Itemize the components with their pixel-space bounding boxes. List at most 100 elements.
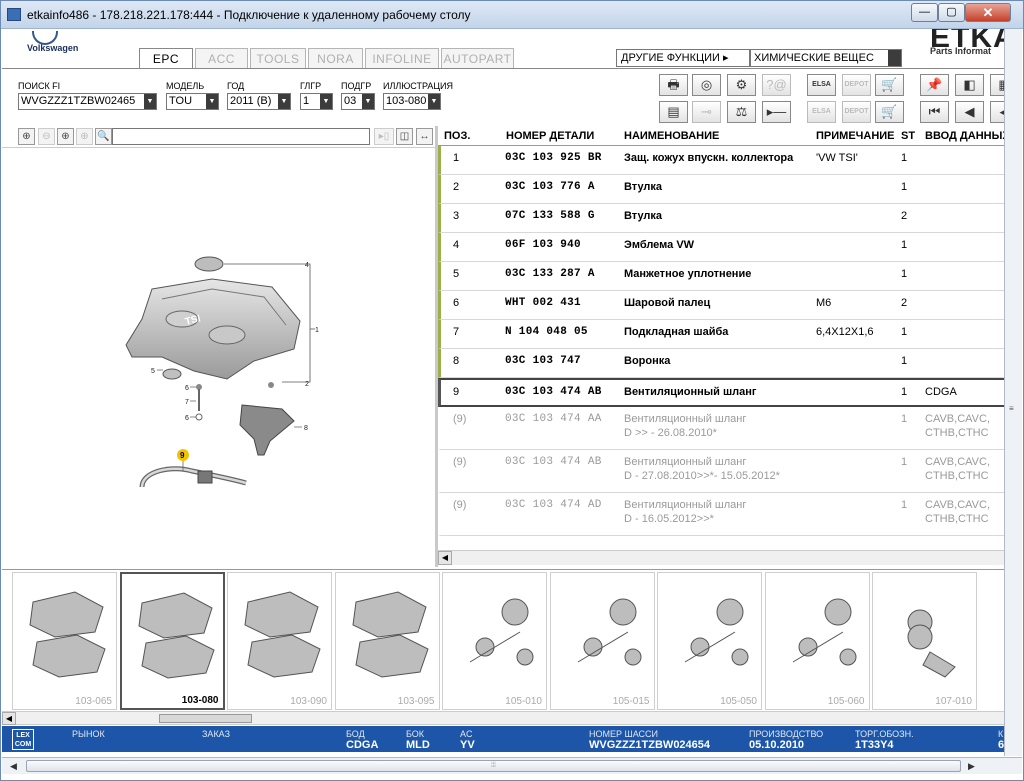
scroll-right-icon[interactable]: ▶ [968,761,975,772]
next-hit-icon[interactable]: ▸▯ [374,128,394,145]
callout-7[interactable]: 7 [185,399,189,406]
help-icon[interactable]: ?@ [762,74,791,96]
callout-2[interactable]: 2 [305,381,309,388]
thumbnail-103-090[interactable]: 103-090 [227,572,332,710]
tab-acc[interactable]: ACC [195,48,248,68]
search-input[interactable]: WVGZZZ1TZBW02465 ▼ [18,93,157,110]
depot-icon[interactable]: DEPOT [842,101,871,123]
thumbnail-103-080[interactable]: 103-080 [119,572,225,710]
illustration-select[interactable]: 103-080 ▼ [383,93,441,110]
chevron-down-icon[interactable]: ▼ [362,94,374,109]
scale-icon[interactable]: ⚖ [727,101,756,123]
chevron-down-icon[interactable]: ▼ [428,94,440,109]
parts-h-scrollbar[interactable]: ◀ [438,550,1022,565]
zoom-area-icon[interactable]: ⊕ [57,128,74,145]
depot-icon[interactable]: DEPOT [842,74,871,96]
thumbs-h-scrollbar[interactable]: ◀ [2,711,1022,725]
table-row[interactable]: 9 03C 103 474 AB Вентиляционный шланг 1 CDGA [438,378,1022,407]
chevron-down-icon[interactable]: ▼ [206,94,218,109]
print-icon[interactable]: 🖶 [659,74,688,96]
chevron-down-icon[interactable]: ▼ [278,94,290,109]
thumbnail-103-065[interactable]: 103-065 [12,572,117,710]
image-search-input[interactable] [112,128,370,145]
thumbnail-105-060[interactable]: 105-060 [764,572,870,710]
thumbnail-107-010[interactable]: 107-010 [872,572,977,710]
callout-8[interactable]: 8 [304,425,308,432]
next-minus-icon[interactable]: ▸— [762,101,791,123]
col-name[interactable]: НАИМЕНОВАНИЕ [624,130,719,142]
table-row[interactable]: 5 03C 133 287 A Манжетное уплотнение 1 [438,262,1022,291]
thumbnail-105-010[interactable]: 105-010 [442,572,547,710]
table-row[interactable]: (9) 03C 103 474 AA Вентиляционный шланг 1 CA… [438,407,1022,450]
table-row[interactable]: 1 03C 103 925 BR Защ. кожух впускн. коллек… [438,146,1022,175]
scroll-left-icon[interactable]: ◀ [2,712,16,725]
seal-part[interactable] [162,368,182,380]
year-select[interactable]: 2011 (B) ▼ [227,93,291,110]
panel-icon[interactable]: ◧ [955,74,984,96]
first-icon[interactable]: ⏮ [920,101,949,123]
col-pos[interactable]: ПОЗ. [444,130,470,142]
close-button[interactable]: ✕ [965,3,1011,22]
callout-6b[interactable]: 6 [185,415,189,422]
table-row[interactable]: 7 N 104 048 05 Подкладная шайба 6,4X12X1,6 1 [438,320,1022,349]
resize-arrows-icon[interactable]: ↔ [416,128,433,145]
thumbnail-103-095[interactable]: 103-095 [334,572,440,710]
table-row[interactable]: 2 03C 103 776 A Втулка 1 [438,175,1022,204]
scroll-thumb[interactable] [159,714,252,723]
cart-add-icon[interactable]: 🛒 [875,101,904,123]
col-note[interactable]: ПРИМЕЧАНИЕ [816,130,895,142]
vw-emblem-part[interactable] [194,256,224,272]
elsa-icon[interactable]: ELSA [807,74,836,96]
callout-6[interactable]: 6 [185,385,189,392]
scroll-left-icon[interactable]: ◀ [438,551,452,565]
col-input[interactable]: ВВОД ДАННЫХ [925,130,1010,142]
key-icon[interactable]: ⊸ [692,101,721,123]
table-row[interactable]: 6 WHT 002 431 Шаровой палец M6 2 [438,291,1022,320]
view-icon[interactable]: ◎ [692,74,721,96]
chemicals-select[interactable]: ХИМИЧЕСКИЕ ВЕЩЕС [750,49,902,67]
table-row[interactable]: (9) 03C 103 474 AD Вентиляционный шланг 1 CA… [438,493,1022,536]
thumbnail-105-050[interactable]: 105-050 [657,572,762,710]
funnel-part[interactable] [239,404,295,456]
exploded-drawing[interactable]: TSI 1 2 4 5 6 7 6 8 9 [2,149,435,567]
table-row[interactable]: (9) 03C 103 474 AB Вентиляционный шланг 1 CA… [438,450,1022,493]
tools-icon[interactable]: ⚙ [727,74,756,96]
thumbnail-105-015[interactable]: 105-015 [549,572,655,710]
callout-4[interactable]: 4 [305,262,309,269]
scroll-left-icon[interactable]: ◀ [10,761,17,772]
tab-tools[interactable]: TOOLS [250,48,306,68]
tab-epc[interactable]: EPC [139,48,193,69]
bushing-part[interactable] [268,382,274,388]
callout-9[interactable]: 9 [180,451,185,460]
rdp-h-scrollbar[interactable]: ◀ ⦙⦙⦙ ▶ [2,757,1022,774]
chevron-down-icon[interactable] [888,50,901,66]
cart-icon[interactable]: 🛒 [875,74,904,96]
tab-nora[interactable]: NORA [308,48,363,68]
rdp-v-scrollbar[interactable]: ≡ [1004,29,1022,756]
chevron-down-icon[interactable]: ▼ [320,94,332,109]
glgr-select[interactable]: 1 ▼ [300,93,333,110]
washer-part[interactable] [195,413,203,421]
other-functions-menu[interactable]: ДРУГИЕ ФУНКЦИИ ▸ [616,49,750,67]
elsa-icon[interactable]: ELSA [807,101,836,123]
model-select[interactable]: TOU ▼ [166,93,219,110]
chevron-down-icon[interactable]: ▼ [144,94,156,109]
zoom-out-icon[interactable]: ⊖ [38,128,55,145]
list-icon[interactable]: ▤ [659,101,688,123]
rdp-scroll-thumb[interactable]: ⦙⦙⦙ [26,760,961,772]
tab-autopart[interactable]: AUTOPART [441,48,514,68]
col-st[interactable]: ST [901,130,915,142]
callout-5[interactable]: 5 [151,368,155,375]
table-row[interactable]: 4 06F 103 940 Эмблема VW 1 [438,233,1022,262]
search-icon[interactable]: 🔍 [95,128,112,145]
table-row[interactable]: 3 07C 133 588 G Втулка 2 [438,204,1022,233]
pin-icon[interactable]: 📌 [920,74,949,96]
split-view-icon[interactable]: ◫ [396,128,413,145]
podgr-select[interactable]: 03 ▼ [341,93,375,110]
zoom-fit-icon[interactable]: ⊕ [76,128,93,145]
tab-infoline[interactable]: INFOLINE [365,48,439,68]
prev-icon[interactable]: ◀ [955,101,984,123]
table-row[interactable]: 8 03C 103 747 Воронка 1 [438,349,1022,378]
minimize-button[interactable]: — [911,3,938,22]
callout-1[interactable]: 1 [315,327,319,334]
